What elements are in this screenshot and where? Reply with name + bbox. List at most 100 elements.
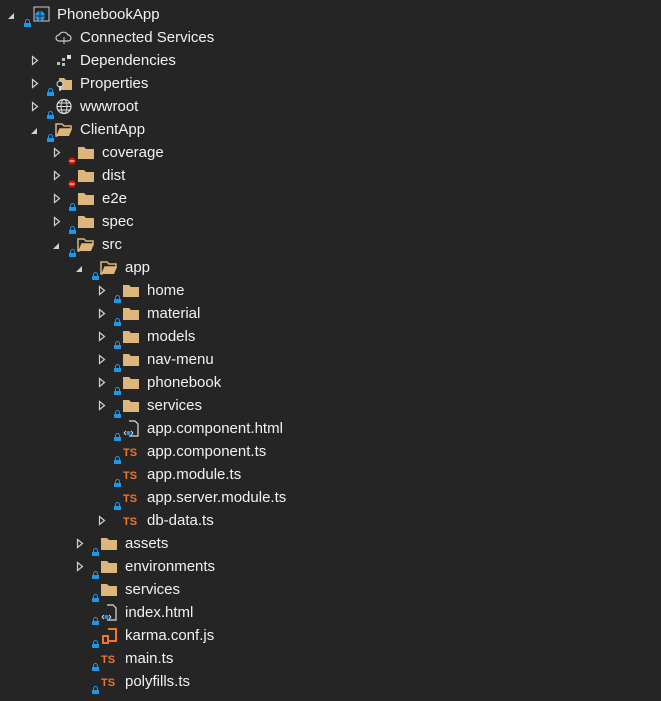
- collapsed-arrow-icon[interactable]: [98, 348, 110, 371]
- tree-item[interactable]: models: [0, 325, 661, 349]
- typescript-file-icon: TS: [122, 466, 140, 483]
- collapsed-arrow-icon[interactable]: [98, 509, 110, 532]
- folder-icon: [77, 144, 95, 161]
- tree-item[interactable]: assets: [0, 532, 661, 556]
- tree-item[interactable]: dist: [0, 164, 661, 188]
- tree-item[interactable]: ClientApp: [0, 118, 661, 142]
- lock-icon: [114, 402, 121, 418]
- collapsed-arrow-icon[interactable]: [76, 555, 88, 578]
- collapsed-arrow-icon[interactable]: [98, 302, 110, 325]
- tree-item[interactable]: coverage: [0, 141, 661, 165]
- tree-item-label: Connected Services: [80, 29, 215, 46]
- tree-item-label: e2e: [102, 190, 128, 207]
- tree-item[interactable]: nav-menu: [0, 348, 661, 372]
- folder-icon: [122, 282, 140, 299]
- folder-icon: [77, 167, 95, 184]
- tree-item[interactable]: e2e: [0, 187, 661, 211]
- typescript-file-icon: TS: [100, 650, 118, 667]
- tree-item[interactable]: TS app.server.module.ts: [0, 486, 661, 510]
- lock-icon: [92, 586, 99, 602]
- lock-icon: [47, 126, 54, 142]
- tree-item[interactable]: src: [0, 233, 661, 257]
- tree-item[interactable]: TS db-data.ts: [0, 509, 661, 532]
- tree-item-label: spec: [102, 213, 134, 230]
- collapsed-arrow-icon[interactable]: [98, 394, 110, 417]
- collapsed-arrow-icon[interactable]: [53, 187, 65, 210]
- collapsed-arrow-icon[interactable]: [98, 325, 110, 348]
- tree-item-label: main.ts: [125, 650, 174, 667]
- tree-item[interactable]: Dependencies: [0, 49, 661, 72]
- lock-icon: [47, 80, 54, 96]
- tree-item[interactable]: Properties: [0, 72, 661, 96]
- tree-item-label: home: [147, 282, 185, 299]
- collapsed-arrow-icon[interactable]: [53, 141, 65, 164]
- collapsed-arrow-icon[interactable]: [31, 95, 43, 118]
- lock-icon: [92, 632, 99, 648]
- svg-text:TS: TS: [101, 654, 115, 666]
- lock-icon: [92, 540, 99, 556]
- tree-item-label: src: [102, 236, 122, 253]
- js-config-file-icon: [100, 627, 118, 644]
- web-project-icon: [32, 6, 50, 23]
- collapsed-arrow-icon[interactable]: [53, 210, 65, 233]
- tree-item-label: PhonebookApp: [57, 6, 160, 23]
- tree-item[interactable]: Connected Services: [0, 26, 661, 49]
- lock-icon: [24, 11, 31, 27]
- expanded-arrow-icon[interactable]: [29, 118, 41, 141]
- typescript-file-icon: TS: [122, 443, 140, 460]
- tree-item[interactable]: home: [0, 279, 661, 303]
- tree-item[interactable]: karma.conf.js: [0, 624, 661, 648]
- lock-icon: [114, 448, 121, 464]
- tree-item-label: karma.conf.js: [125, 627, 215, 644]
- collapsed-arrow-icon[interactable]: [76, 532, 88, 555]
- folder-icon: [122, 351, 140, 368]
- svg-text:TS: TS: [101, 677, 115, 689]
- tree-item[interactable]: services: [0, 394, 661, 418]
- tree-item[interactable]: phonebook: [0, 371, 661, 395]
- tree-item[interactable]: app: [0, 256, 661, 280]
- tree-item[interactable]: app.component.html: [0, 417, 661, 441]
- expanded-arrow-icon[interactable]: [74, 256, 86, 279]
- lock-icon: [69, 218, 76, 234]
- lock-icon: [92, 264, 99, 280]
- tree-item-label: app.module.ts: [147, 466, 242, 483]
- tree-item-label: material: [147, 305, 201, 322]
- tree-item[interactable]: TS polyfills.ts: [0, 670, 661, 694]
- tree-item[interactable]: TS main.ts: [0, 647, 661, 671]
- cloud-icon: [55, 29, 73, 46]
- lock-icon: [114, 471, 121, 487]
- lock-icon: [114, 333, 121, 349]
- collapsed-arrow-icon[interactable]: [98, 371, 110, 394]
- folder-icon: [77, 213, 95, 230]
- globe-icon: [55, 98, 73, 115]
- tree-item[interactable]: TS app.module.ts: [0, 463, 661, 487]
- collapsed-arrow-icon[interactable]: [53, 164, 65, 187]
- expanded-arrow-icon[interactable]: [6, 3, 18, 26]
- tree-item[interactable]: spec: [0, 210, 661, 234]
- excluded-icon: [68, 172, 76, 188]
- tree-item-label: Dependencies: [80, 52, 176, 69]
- excluded-icon: [68, 149, 76, 165]
- svg-text:TS: TS: [123, 470, 137, 482]
- lock-icon: [92, 655, 99, 671]
- typescript-file-icon: TS: [122, 489, 140, 506]
- tree-item[interactable]: index.html: [0, 601, 661, 625]
- tree-item-label: dist: [102, 167, 126, 184]
- tree-item[interactable]: material: [0, 302, 661, 326]
- collapsed-arrow-icon[interactable]: [98, 279, 110, 302]
- tree-item-label: polyfills.ts: [125, 673, 191, 690]
- lock-icon: [47, 103, 54, 119]
- tree-item[interactable]: TS app.component.ts: [0, 440, 661, 464]
- tree-item[interactable]: services: [0, 578, 661, 602]
- tree-item[interactable]: environments: [0, 555, 661, 579]
- tree-item-label: models: [147, 328, 196, 345]
- expanded-arrow-icon[interactable]: [51, 233, 63, 256]
- tree-item[interactable]: wwwroot: [0, 95, 661, 119]
- collapsed-arrow-icon[interactable]: [31, 72, 43, 95]
- lock-icon: [92, 609, 99, 625]
- tree-item-label: wwwroot: [80, 98, 139, 115]
- collapsed-arrow-icon[interactable]: [31, 49, 43, 72]
- folder-icon: [122, 305, 140, 322]
- tree-item[interactable]: PhonebookApp: [0, 3, 661, 27]
- typescript-file-icon: TS: [122, 512, 140, 529]
